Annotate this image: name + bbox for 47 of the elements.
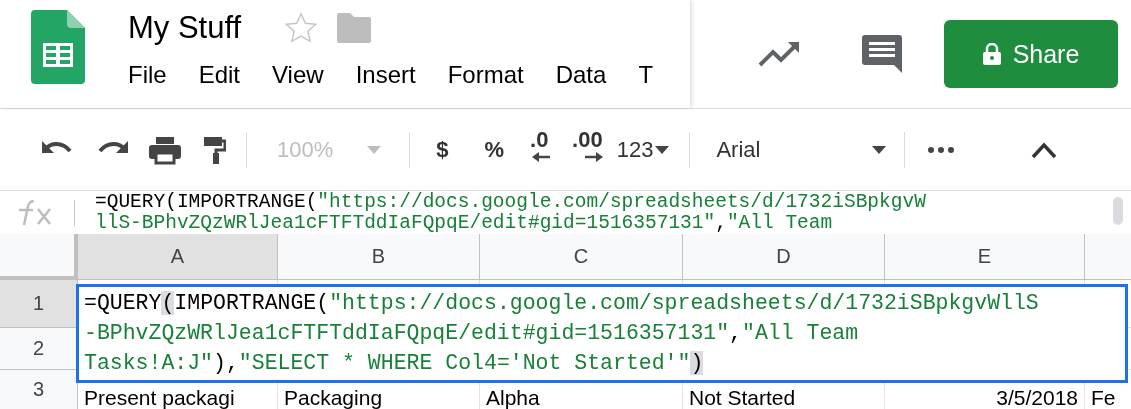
menu-item[interactable]: View [272,61,324,89]
caret-icon [655,145,670,154]
table-cell: Fe [1091,387,1116,409]
column-header[interactable]: C [480,234,683,280]
formula-line[interactable]: Tasks!A:J"),"SELECT * WHERE Col4='Not Started'") [84,348,1125,378]
trend-icon[interactable] [758,39,802,69]
row-header[interactable]: 2 [0,328,78,370]
menu-item[interactable]: File [128,61,167,89]
comment-icon[interactable] [862,35,902,73]
menu-item[interactable]: Data [555,61,607,89]
formula-line[interactable]: =QUERY(IMPORTRANGE("https://docs.google.com/spreadsheets/d/1732iSBpkgvW [95,192,926,213]
table-cell: Not Started [689,387,796,409]
table-cell: Packaging [284,387,383,409]
menu-item[interactable]: Insert [355,61,416,89]
formula-line[interactable]: -BPhvZQzWRlJea1cFTFTddIaFQpqE/edit#gid=1516357131","All Team [84,318,1125,348]
formula-line[interactable]: llS-BPhvZQzWRlJea1cFTFTddIaFQpqE/edit#gid=1516357131","All Team [95,213,926,234]
column-header[interactable]: A [78,234,278,280]
document-title[interactable]: My Stuff [128,10,242,46]
scrollbar[interactable] [1113,197,1123,225]
increase-decimal-button[interactable]: .00 [572,127,603,172]
table-cell: 3/5/2018 [996,387,1078,409]
caret-icon [367,145,382,154]
sheets-logo-icon[interactable] [31,10,85,84]
currency-button[interactable]: $ [436,136,449,163]
column-header[interactable]: D [683,234,885,280]
share-button[interactable]: Share [944,20,1118,88]
formula-line[interactable]: =QUERY(IMPORTRANGE("https://docs.google.com/spreadsheets/d/1732iSBpkgvWllS [84,288,1125,318]
percent-button[interactable]: % [484,136,505,163]
lock-icon [982,43,1001,65]
table-cell: Present packagi [84,387,235,409]
menu-item[interactable]: T [638,61,654,89]
column-header[interactable]: B [278,234,480,280]
menu-item[interactable]: Format [447,61,524,89]
menu-item[interactable]: Edit [198,61,241,89]
font-dropdown[interactable]: Arial [716,136,887,163]
print-icon[interactable] [148,134,182,165]
number-format-dropdown[interactable]: 123 [616,136,670,163]
cell-editor[interactable]: =QUERY(IMPORTRANGE("https://docs.google.com/spreadsheets/d/1732iSBpkgvWllS -BPhvZQzWRlJea1cFTFTddIaFQpqE/edit#gid=1516357131","All Team Tasks!A:J"),"SELECT * WHERE Col4='Not Started'") [76,284,1128,383]
decrease-decimal-button[interactable]: .0 [530,127,551,172]
right-arrow-icon [584,151,603,162]
row-header[interactable]: 1 [0,280,78,328]
column-header[interactable]: E [885,234,1085,280]
table-cell: Alpha [486,387,540,409]
paint-format-icon[interactable] [202,134,226,165]
caret-icon [872,145,887,154]
left-arrow-icon [532,151,551,162]
row-header[interactable]: 3 [0,370,78,409]
